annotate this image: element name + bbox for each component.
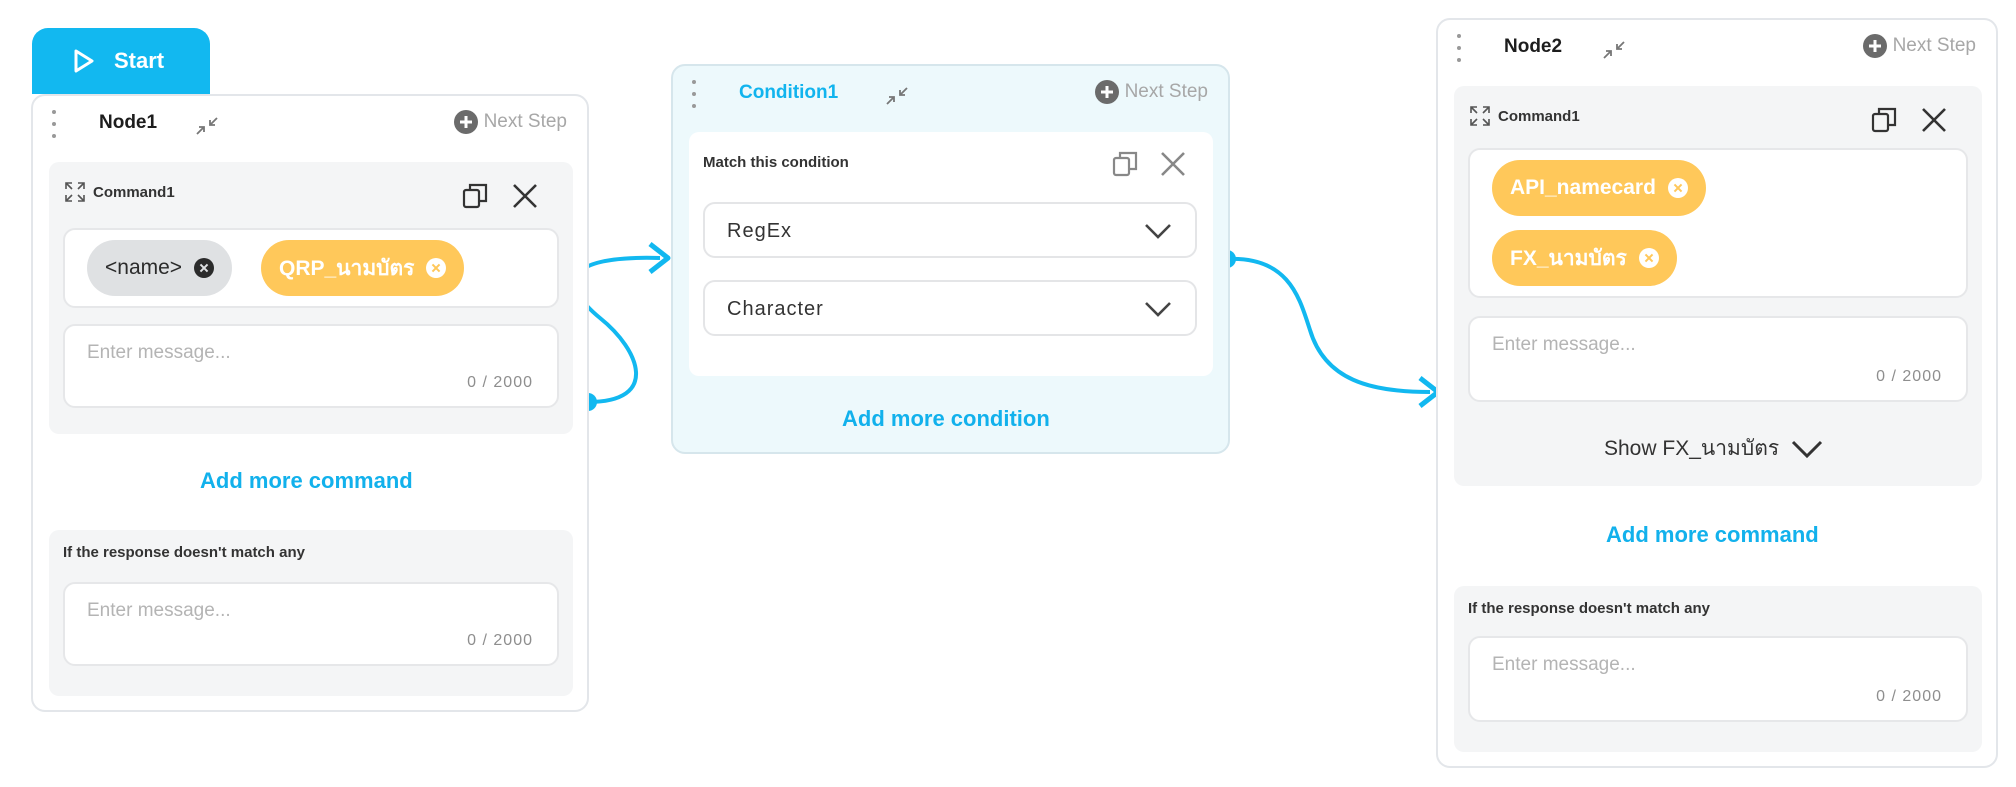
play-icon — [74, 49, 94, 73]
node2-card[interactable]: Node2 Next Step Command1 API_namecard FX… — [1436, 18, 1998, 768]
drag-handle-icon[interactable] — [691, 80, 697, 108]
next-step-label: Next Step — [1124, 81, 1208, 102]
fallback-panel: If the response doesn't match any Enter … — [1454, 586, 1982, 752]
command-title: Command1 — [63, 180, 175, 204]
fallback-message-input[interactable]: Enter message... 0 / 2000 — [63, 582, 559, 666]
variable-chip[interactable]: <name> — [87, 240, 233, 296]
select-value: RegEx — [727, 220, 793, 242]
condition-type-select[interactable]: RegEx — [703, 202, 1197, 258]
add-more-command-button[interactable]: Add more command — [1606, 522, 1819, 548]
add-more-condition-button[interactable]: Add more condition — [842, 406, 1050, 432]
drag-handle-icon[interactable] — [51, 110, 57, 138]
message-placeholder: Enter message... — [87, 342, 231, 363]
close-icon[interactable] — [1918, 104, 1950, 136]
show-toggle-label: Show FX_นามบัตร — [1604, 437, 1780, 460]
char-counter: 0 / 2000 — [467, 374, 533, 391]
remove-chip-icon[interactable] — [1638, 248, 1659, 268]
remove-chip-icon[interactable] — [194, 258, 215, 278]
condition-operator-select[interactable]: Character — [703, 280, 1197, 336]
select-value: Character — [727, 298, 824, 320]
condition1-title: Condition1 — [739, 82, 839, 103]
start-tab[interactable]: Start — [32, 28, 210, 94]
match-condition-label: Match this condition — [703, 154, 849, 171]
variable-chip[interactable]: QRP_นามบัตร — [261, 240, 465, 296]
message-input[interactable]: Enter message... 0 / 2000 — [1468, 316, 1968, 402]
command-title-label: Command1 — [1498, 107, 1580, 125]
next-step-label: Next Step — [1892, 35, 1976, 56]
message-placeholder: Enter message... — [87, 600, 231, 621]
remove-chip-icon[interactable] — [426, 258, 447, 278]
next-step-button[interactable]: Next Step — [1094, 80, 1208, 104]
copy-icon[interactable] — [1868, 104, 1900, 136]
command-panel: Command1 API_namecard FX_นามบัตร Enter m… — [1454, 86, 1982, 486]
message-placeholder: Enter message... — [1492, 654, 1636, 675]
connector-condition1-to-node2[interactable] — [1226, 256, 1431, 394]
next-step-button[interactable]: Next Step — [453, 110, 567, 134]
node1-title: Node1 — [99, 112, 158, 133]
plus-circle-icon — [453, 110, 478, 134]
node2-header: Node2 Next Step — [1438, 20, 1996, 76]
copy-icon[interactable] — [459, 180, 491, 212]
variable-chip[interactable]: API_namecard — [1492, 160, 1706, 216]
command-title: Command1 — [1468, 104, 1580, 128]
expand-icon[interactable] — [63, 180, 87, 204]
variable-chip[interactable]: FX_นามบัตร — [1492, 230, 1677, 286]
fallback-message-input[interactable]: Enter message... 0 / 2000 — [1468, 636, 1968, 722]
char-counter: 0 / 2000 — [467, 632, 533, 649]
condition-panel: Match this condition RegEx Character — [689, 132, 1213, 376]
collapse-icon[interactable] — [883, 82, 911, 110]
message-placeholder: Enter message... — [1492, 334, 1636, 355]
chevron-down-icon — [1792, 440, 1823, 458]
collapse-icon[interactable] — [1600, 36, 1628, 64]
variable-chip-box[interactable]: <name> QRP_นามบัตร — [63, 228, 559, 308]
expand-icon[interactable] — [1468, 104, 1492, 128]
fallback-label: If the response doesn't match any — [63, 544, 305, 561]
copy-icon[interactable] — [1109, 148, 1141, 180]
add-more-command-button[interactable]: Add more command — [200, 468, 413, 494]
next-step-label: Next Step — [483, 111, 567, 132]
char-counter: 0 / 2000 — [1876, 368, 1942, 385]
plus-circle-icon — [1094, 80, 1119, 104]
condition1-card[interactable]: Condition1 Next Step Match this conditio… — [671, 64, 1230, 454]
variable-chip-box[interactable]: API_namecard FX_นามบัตร — [1468, 148, 1968, 298]
fallback-label: If the response doesn't match any — [1468, 600, 1710, 617]
collapse-icon[interactable] — [193, 112, 221, 140]
chip-label: QRP_นามบัตร — [279, 256, 415, 280]
chip-label: API_namecard — [1510, 176, 1656, 199]
next-step-button[interactable]: Next Step — [1862, 34, 1976, 58]
node2-title: Node2 — [1504, 36, 1563, 57]
fallback-panel: If the response doesn't match any Enter … — [49, 530, 573, 696]
close-icon[interactable] — [509, 180, 541, 212]
node1-card[interactable]: Node1 Next Step Command1 <name> QRP_นามบ… — [31, 94, 589, 712]
chevron-down-icon — [1145, 224, 1171, 239]
plus-circle-icon — [1862, 34, 1887, 58]
condition1-header: Condition1 Next Step — [673, 66, 1228, 122]
command-panel: Command1 <name> QRP_นามบัตร Enter messag… — [49, 162, 573, 434]
char-counter: 0 / 2000 — [1876, 688, 1942, 705]
node1-header: Node1 Next Step — [33, 96, 587, 152]
show-variable-toggle[interactable]: Show FX_นามบัตร — [1604, 432, 1825, 465]
close-icon[interactable] — [1157, 148, 1189, 180]
chevron-down-icon — [1145, 302, 1171, 317]
drag-handle-icon[interactable] — [1456, 34, 1462, 62]
chip-label: <name> — [105, 256, 183, 279]
command-title-label: Command1 — [93, 183, 175, 201]
remove-chip-icon[interactable] — [1667, 178, 1688, 198]
message-input[interactable]: Enter message... 0 / 2000 — [63, 324, 559, 408]
start-label: Start — [114, 48, 165, 73]
chip-label: FX_นามบัตร — [1510, 246, 1627, 270]
